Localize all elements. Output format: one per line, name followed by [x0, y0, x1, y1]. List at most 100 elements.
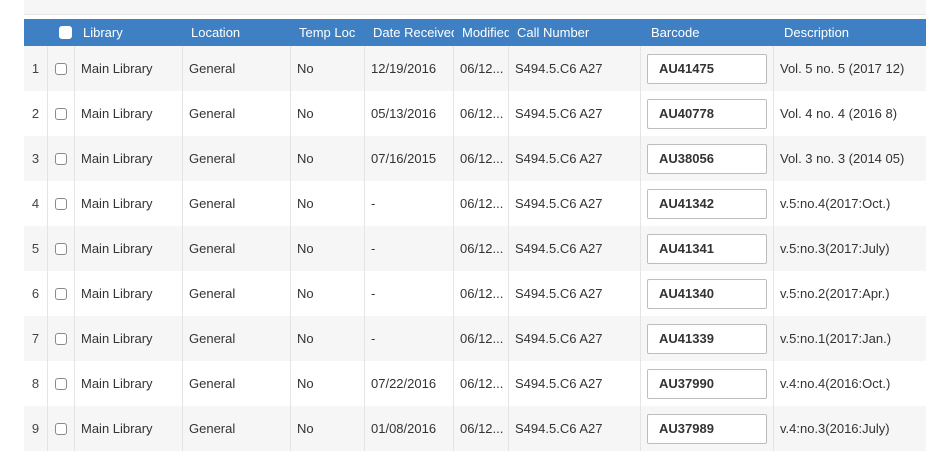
- row-select[interactable]: [48, 271, 75, 316]
- cell-call-number: S494.5.C6 A27: [509, 271, 641, 316]
- cell-temp-loc: No: [291, 181, 365, 226]
- cell-location: General: [183, 316, 291, 361]
- row-checkbox[interactable]: [55, 332, 67, 345]
- cell-description: v.5:no.3(2017:July): [780, 241, 890, 256]
- header-barcode[interactable]: Barcode: [641, 19, 774, 46]
- cell-modified: 06/12...: [454, 181, 509, 226]
- toolbar-strip: [24, 0, 926, 15]
- cell-barcode: AU37990: [641, 361, 774, 406]
- header-call-number[interactable]: Call Number: [509, 19, 641, 46]
- barcode-input[interactable]: AU38056: [647, 143, 767, 174]
- cell-modified: 06/12...: [454, 226, 509, 271]
- row-number: 6: [24, 271, 48, 316]
- cell-modified: 06/12...: [454, 361, 509, 406]
- row-number: 2: [24, 91, 48, 136]
- cell-barcode: AU41341: [641, 226, 774, 271]
- table-row[interactable]: 8 Main Library General No 07/22/2016 06/…: [24, 361, 926, 406]
- cell-date-received: 05/13/2016: [365, 91, 454, 136]
- row-select[interactable]: [48, 361, 75, 406]
- cell-modified: 06/12...: [454, 406, 509, 451]
- row-select[interactable]: [48, 316, 75, 361]
- cell-location: General: [183, 181, 291, 226]
- row-select[interactable]: [48, 181, 75, 226]
- cell-call-number: S494.5.C6 A27: [509, 316, 641, 361]
- row-checkbox[interactable]: [55, 62, 67, 75]
- row-number: 5: [24, 226, 48, 271]
- cell-barcode: AU37989: [641, 406, 774, 451]
- table-row[interactable]: 9 Main Library General No 01/08/2016 06/…: [24, 406, 926, 451]
- cell-temp-loc: No: [291, 316, 365, 361]
- cell-barcode: AU41342: [641, 181, 774, 226]
- cell-description: v.5:no.1(2017:Jan.): [780, 331, 892, 346]
- row-checkbox[interactable]: [55, 422, 67, 435]
- cell-temp-loc: No: [291, 271, 365, 316]
- header-date-received[interactable]: Date Received: [365, 19, 454, 46]
- cell-modified: 06/12...: [454, 271, 509, 316]
- cell-location: General: [183, 271, 291, 316]
- cell-call-number: S494.5.C6 A27: [509, 91, 641, 136]
- row-number: 4: [24, 181, 48, 226]
- barcode-input[interactable]: AU41340: [647, 278, 767, 309]
- row-checkbox[interactable]: [55, 242, 67, 255]
- table-row[interactable]: 1 Main Library General No 12/19/2016 06/…: [24, 46, 926, 91]
- cell-temp-loc: No: [291, 91, 365, 136]
- barcode-input[interactable]: AU41339: [647, 323, 767, 354]
- row-checkbox[interactable]: [55, 197, 67, 210]
- barcode-input[interactable]: AU37990: [647, 368, 767, 399]
- row-select[interactable]: [48, 91, 75, 136]
- cell-date-received: 12/19/2016: [365, 46, 454, 91]
- barcode-input[interactable]: AU41475: [647, 53, 767, 84]
- table-header: Library Location Temp Loc Date Received …: [24, 19, 926, 46]
- cell-call-number: S494.5.C6 A27: [509, 226, 641, 271]
- select-all-checkbox[interactable]: [59, 26, 72, 39]
- cell-modified: 06/12...: [454, 136, 509, 181]
- cell-temp-loc: No: [291, 46, 365, 91]
- table-row[interactable]: 3 Main Library General No 07/16/2015 06/…: [24, 136, 926, 181]
- cell-modified: 06/12...: [454, 46, 509, 91]
- barcode-input[interactable]: AU41342: [647, 188, 767, 219]
- row-checkbox[interactable]: [55, 377, 67, 390]
- row-select[interactable]: [48, 226, 75, 271]
- cell-temp-loc: No: [291, 136, 365, 181]
- cell-location: General: [183, 361, 291, 406]
- header-temp-loc[interactable]: Temp Loc: [291, 19, 365, 46]
- cell-call-number: S494.5.C6 A27: [509, 181, 641, 226]
- row-select[interactable]: [48, 46, 75, 91]
- cell-library: Main Library: [75, 406, 183, 451]
- table-row[interactable]: 7 Main Library General No - 06/12... S49…: [24, 316, 926, 361]
- cell-library: Main Library: [75, 46, 183, 91]
- table-row[interactable]: 4 Main Library General No - 06/12... S49…: [24, 181, 926, 226]
- cell-barcode: AU41339: [641, 316, 774, 361]
- header-row-number: [24, 19, 48, 46]
- table-row[interactable]: 5 Main Library General No - 06/12... S49…: [24, 226, 926, 271]
- header-library[interactable]: Library: [75, 19, 183, 46]
- barcode-input[interactable]: AU37989: [647, 413, 767, 444]
- header-modified[interactable]: Modified: [454, 19, 509, 46]
- cell-location: General: [183, 46, 291, 91]
- cell-location: General: [183, 406, 291, 451]
- barcode-input[interactable]: AU41341: [647, 233, 767, 264]
- header-select-all[interactable]: [48, 19, 75, 46]
- row-checkbox[interactable]: [55, 107, 67, 120]
- cell-location: General: [183, 226, 291, 271]
- header-location[interactable]: Location: [183, 19, 291, 46]
- row-select[interactable]: [48, 136, 75, 181]
- row-checkbox[interactable]: [55, 287, 67, 300]
- cell-call-number: S494.5.C6 A27: [509, 361, 641, 406]
- row-select[interactable]: [48, 406, 75, 451]
- cell-date-received: 07/16/2015: [365, 136, 454, 181]
- row-number: 7: [24, 316, 48, 361]
- row-number: 1: [24, 46, 48, 91]
- row-checkbox[interactable]: [55, 152, 67, 165]
- cell-library: Main Library: [75, 271, 183, 316]
- row-number: 3: [24, 136, 48, 181]
- cell-date-received: -: [365, 226, 454, 271]
- table-row[interactable]: 6 Main Library General No - 06/12... S49…: [24, 271, 926, 316]
- cell-description: v.5:no.4(2017:Oct.): [780, 196, 891, 211]
- header-description[interactable]: Description: [774, 19, 926, 46]
- cell-description: Vol. 5 no. 5 (2017 12): [780, 61, 905, 76]
- table-row[interactable]: 2 Main Library General No 05/13/2016 06/…: [24, 91, 926, 136]
- barcode-input[interactable]: AU40778: [647, 98, 767, 129]
- cell-description: v.4:no.4(2016:Oct.): [780, 376, 891, 391]
- cell-modified: 06/12...: [454, 316, 509, 361]
